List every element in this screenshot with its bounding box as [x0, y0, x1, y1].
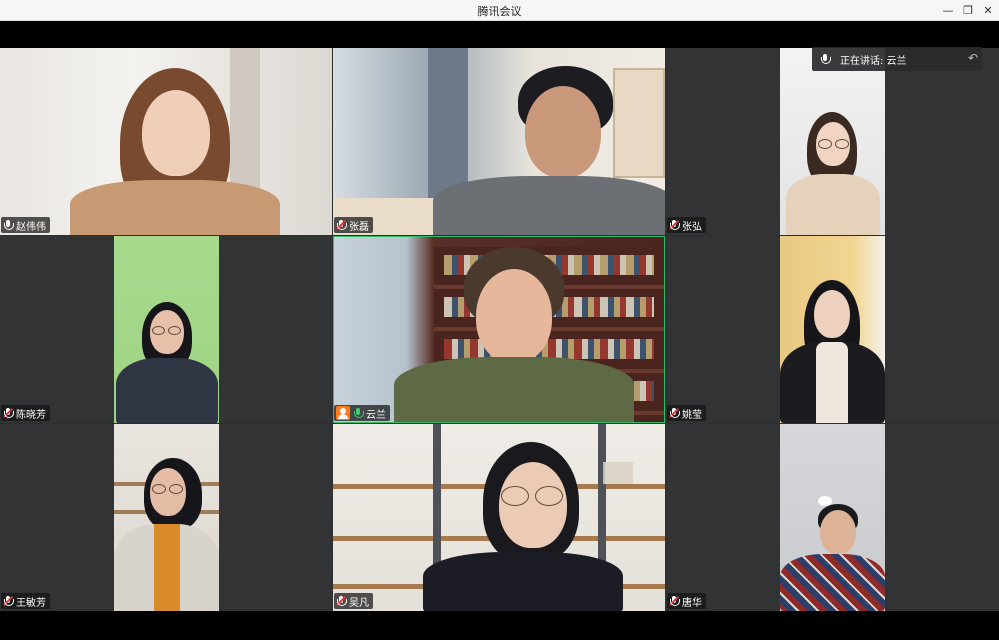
back-icon[interactable]: ↶: [948, 51, 978, 67]
participant-video: [780, 236, 885, 423]
title-bar: 腾讯会议 — ❐ ✕: [0, 0, 999, 21]
participant-video: [333, 424, 665, 611]
participant-tile[interactable]: 张弘: [666, 48, 999, 235]
participant-video: [114, 236, 219, 423]
participant-tile[interactable]: 吴凡: [333, 424, 665, 611]
participant-name: 张弘: [682, 221, 702, 233]
participant-tile[interactable]: 姚莹: [666, 236, 999, 423]
participant-tile[interactable]: 唐华: [666, 424, 999, 611]
participant-name-tag: 吴凡: [334, 593, 373, 609]
maximize-icon[interactable]: ❐: [957, 0, 979, 21]
host-icon: [336, 406, 350, 420]
top-toolbar: [0, 21, 999, 48]
participant-video: [334, 237, 664, 422]
participant-video: [780, 424, 885, 611]
participant-tile[interactable]: 王敏芳: [0, 424, 332, 611]
speaking-indicator: 正在讲话: 云兰 ↶: [812, 47, 982, 71]
participant-video: [0, 48, 332, 235]
microphone-muted-icon: [336, 595, 347, 607]
participant-name: 王敏芳: [16, 597, 46, 609]
participant-name-tag: 唐华: [667, 593, 706, 609]
bottom-toolbar: [0, 611, 999, 640]
participant-tile[interactable]: 赵伟伟: [0, 48, 332, 235]
participant-name-tag: 王敏芳: [1, 593, 50, 609]
microphone-muted-icon: [669, 595, 680, 607]
close-icon[interactable]: ✕: [977, 0, 999, 21]
minimize-icon[interactable]: —: [937, 0, 959, 21]
participant-name-tag: 云兰: [334, 405, 390, 421]
participant-name-tag: 赵伟伟: [1, 217, 50, 233]
participant-tile-active-speaker[interactable]: 云兰: [333, 236, 665, 423]
participant-tile[interactable]: 张磊: [333, 48, 665, 235]
participant-name-tag: 姚莹: [667, 405, 706, 421]
microphone-speaking-icon: [353, 407, 364, 419]
microphone-muted-icon: [669, 407, 680, 419]
participant-video: [780, 48, 885, 235]
participant-name-tag: 张磊: [334, 217, 373, 233]
participant-name: 唐华: [682, 597, 702, 609]
participant-name: 吴凡: [349, 597, 369, 609]
participant-name: 赵伟伟: [16, 221, 46, 233]
window-title: 腾讯会议: [477, 5, 522, 18]
participant-name-tag: 陈晓芳: [1, 405, 50, 421]
participant-name-tag: 张弘: [667, 217, 706, 233]
speaking-text: 正在讲话: 云兰: [840, 55, 907, 67]
microphone-muted-icon: [3, 595, 14, 607]
participant-name: 云兰: [366, 409, 386, 421]
microphone-muted-icon: [336, 219, 347, 231]
participant-name: 张磊: [349, 221, 369, 233]
participant-video: [333, 48, 665, 235]
participant-name: 姚莹: [682, 409, 702, 421]
participant-name: 陈晓芳: [16, 409, 46, 421]
video-grid: 赵伟伟 张磊 张弘 陈晓芳 云兰 姚莹 王敏芳 吴凡 唐华: [0, 48, 999, 611]
microphone-icon: [820, 53, 831, 65]
microphone-muted-icon: [669, 219, 680, 231]
microphone-icon: [3, 219, 14, 231]
microphone-muted-icon: [3, 407, 14, 419]
participant-tile[interactable]: 陈晓芳: [0, 236, 332, 423]
participant-video: [114, 424, 219, 611]
